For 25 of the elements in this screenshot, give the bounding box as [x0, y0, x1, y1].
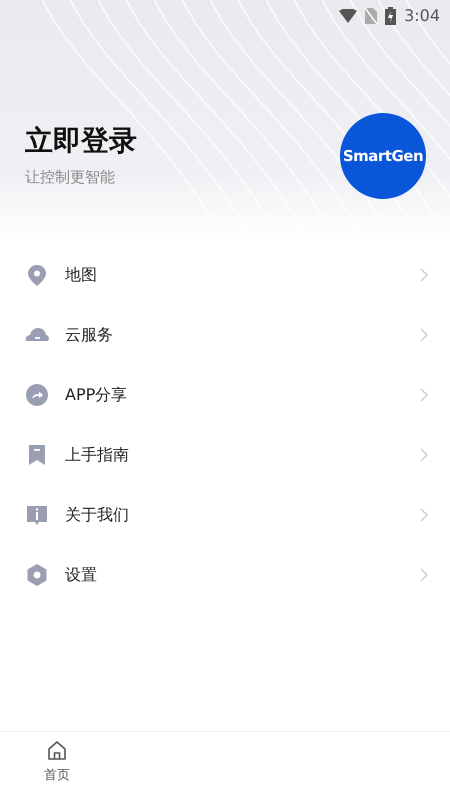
home-icon: [46, 740, 68, 762]
chevron-right-icon: [420, 508, 428, 522]
status-time: 3:04: [404, 5, 440, 27]
menu-item[interactable]: 上手指南: [0, 425, 450, 485]
menu-item[interactable]: 关于我们: [0, 485, 450, 545]
chevron-right-icon: [420, 328, 428, 342]
chevron-right-icon: [420, 448, 428, 462]
menu-item[interactable]: 云服务: [0, 305, 450, 365]
menu-item[interactable]: APP分享: [0, 365, 450, 425]
map-pin-icon: [25, 263, 49, 287]
battery-icon: [385, 7, 396, 25]
login-title[interactable]: 立即登录: [25, 124, 137, 158]
chevron-right-icon: [420, 268, 428, 282]
chevron-right-icon: [420, 388, 428, 402]
subtitle: 让控制更智能: [25, 166, 116, 188]
nav-tab[interactable]: 首页: [0, 732, 114, 800]
chevron-right-icon: [420, 568, 428, 582]
logo: SmartGen: [340, 113, 426, 199]
share-icon: [25, 383, 49, 407]
menu-item[interactable]: 设置: [0, 545, 450, 605]
settings-icon: [25, 563, 49, 587]
wifi-icon: [339, 9, 358, 23]
menu-item[interactable]: 地图: [0, 245, 450, 305]
info-icon: [25, 503, 49, 527]
no-sim-icon: [365, 8, 378, 24]
